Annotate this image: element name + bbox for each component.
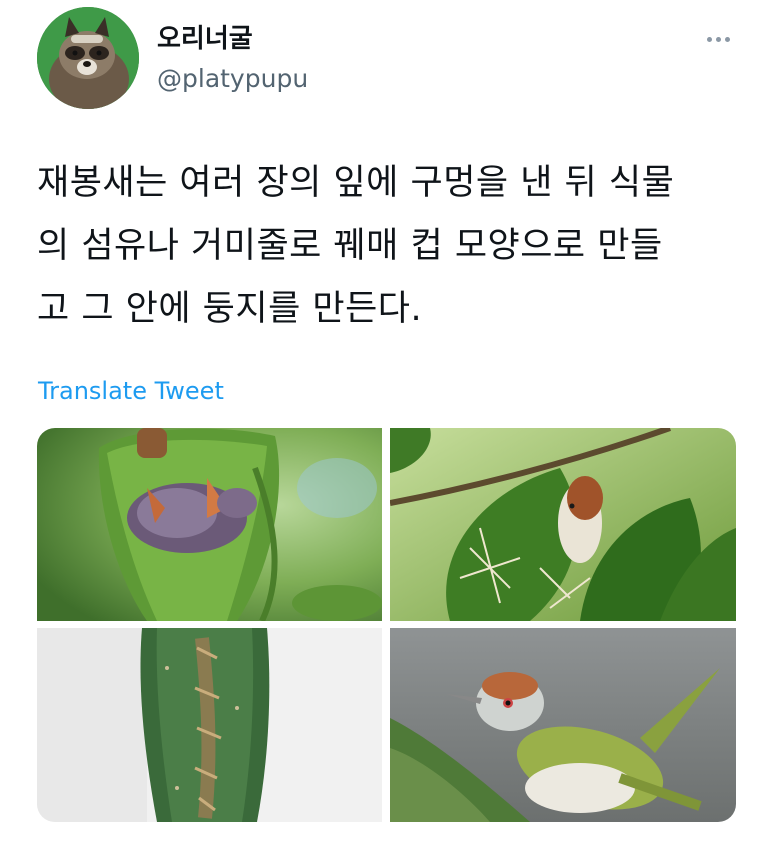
display-name[interactable]: 오리너굴 xyxy=(157,24,253,54)
dot xyxy=(724,36,730,42)
media-photo-4[interactable] xyxy=(390,628,736,822)
dot xyxy=(706,36,712,42)
tailorbird-chicks-in-leaf-nest-photo-icon xyxy=(37,428,382,621)
user-handle[interactable]: @platypupu xyxy=(157,64,308,94)
media-photo-1[interactable] xyxy=(37,428,382,621)
avatar[interactable] xyxy=(37,7,139,109)
tailorbird-sewing-leaf-photo-icon xyxy=(390,428,736,621)
dot xyxy=(715,36,721,42)
stitched-leaf-nest-photo-icon xyxy=(37,628,382,822)
media-photo-3[interactable] xyxy=(37,628,382,822)
raccoon-dog-avatar-icon xyxy=(37,7,139,109)
tweet-text-line: 고 그 안에 둥지를 만든다. xyxy=(37,289,423,329)
media-photo-2[interactable] xyxy=(390,428,736,621)
tweet-text-line: 재봉새는 여러 장의 잎에 구멍을 낸 뒤 식물 xyxy=(37,163,675,203)
media-grid xyxy=(37,428,736,822)
tweet-text-line: 의 섬유나 거미줄로 꿰매 컵 모양으로 만들 xyxy=(37,226,663,266)
tailorbird-perched-photo-icon xyxy=(390,628,736,822)
more-options-icon[interactable] xyxy=(700,28,736,50)
tweet-text: 재봉새는 여러 장의 잎에 구멍을 낸 뒤 식물 의 섬유나 거미줄로 꿰매 컵… xyxy=(37,152,747,341)
translate-tweet-link[interactable]: Translate Tweet xyxy=(38,375,224,407)
